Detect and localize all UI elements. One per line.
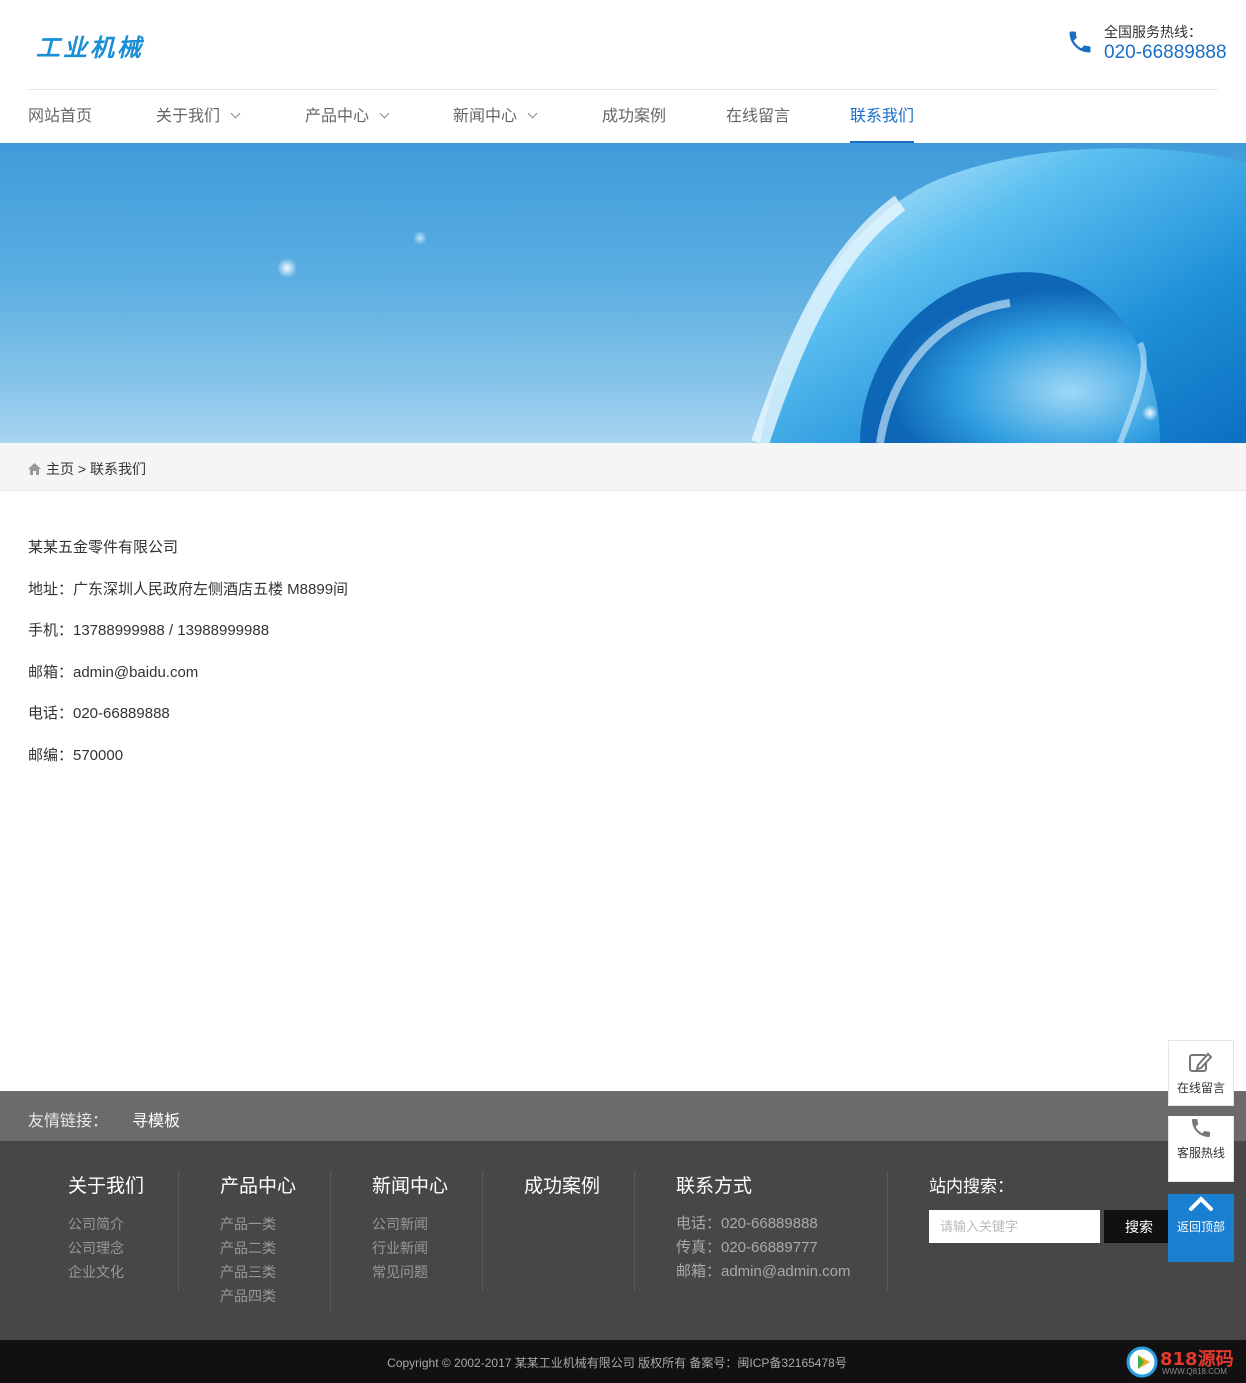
play-icon [1126,1346,1158,1378]
page-banner [0,143,1246,443]
contact-email: 邮箱：admin@baidu.com [28,663,199,681]
watermark-sub: WWW.Q818.COM [1162,1367,1227,1376]
nav-item-about[interactable]: 关于我们 [156,90,241,143]
nav-label: 联系我们 [850,108,915,125]
search-input[interactable] [929,1210,1100,1243]
footer-link[interactable]: 公司理念 [68,1236,144,1260]
nav-item-news[interactable]: 新闻中心 [453,90,538,143]
footer-link[interactable]: 产品三类 [220,1260,296,1284]
footer-col-title[interactable]: 产品中心 [220,1171,296,1198]
nav-label: 在线留言 [726,108,791,125]
footer-link[interactable]: 公司简介 [68,1212,144,1236]
friend-link[interactable]: 寻模板 [132,1107,180,1131]
breadcrumb-current: 联系我们 [89,461,146,477]
site-footer: 关于我们 公司简介 公司理念 企业文化 产品中心 产品一类 产品二类 产品三类 … [0,1141,1246,1340]
company-name: 某某五金零件有限公司 [28,539,179,556]
footer-col-contact: 联系方式 电话：020-66889888 传真：020-66889777 邮箱：… [676,1171,850,1284]
footer-link[interactable]: 公司新闻 [372,1212,448,1236]
footer-link[interactable]: 行业新闻 [372,1236,448,1260]
footer-col-products: 产品中心 产品一类 产品二类 产品三类 产品四类 [220,1171,296,1308]
side-message-button[interactable]: 在线留言 [1168,1040,1234,1106]
nav-item-message[interactable]: 在线留言 [726,90,790,143]
footer-divider [887,1171,888,1291]
site-header: 工业机械 全国服务热线： 020-66889888 [0,0,1246,90]
friend-links-bar: 友情链接： 寻模板 [0,1091,1246,1141]
watermark-logo: 818源码 WWW.Q818.COM [1126,1345,1241,1379]
friend-links-label: 友情链接： [28,1113,109,1130]
nav-label: 产品中心 [305,108,370,125]
chevron-down-icon [527,108,538,119]
breadcrumb: 主页 > 联系我们 [0,443,1246,491]
footer-divider [178,1171,179,1291]
nav-label: 网站首页 [28,108,93,125]
side-hotline-button[interactable]: 客服热线 [1168,1116,1234,1182]
breadcrumb-separator: > [77,461,87,477]
nav-label: 新闻中心 [453,108,518,125]
footer-col-about: 关于我们 公司简介 公司理念 企业文化 [68,1171,144,1284]
footer-col-title[interactable]: 成功案例 [524,1171,600,1198]
nav-item-home[interactable]: 网站首页 [28,90,92,143]
chevron-down-icon [379,108,390,119]
side-hotline-label: 客服热线 [1176,1146,1225,1160]
nav-item-contact[interactable]: 联系我们 [850,90,915,143]
contact-mobile: 手机：13788999988 / 13988999988 [28,622,270,640]
footer-col-title[interactable]: 新闻中心 [372,1171,448,1198]
footer-col-cases: 成功案例 [524,1171,600,1212]
footer-divider [634,1171,635,1291]
footer-contact-line: 电话：020-66889888 [676,1215,818,1232]
nav-item-cases[interactable]: 成功案例 [602,90,666,143]
footer-link[interactable]: 企业文化 [68,1260,144,1284]
contact-address: 地址：广东深圳人民政府左侧酒店五楼 M8899间 [28,580,349,598]
hotline-number: 020-66889888 [1104,42,1227,63]
copyright-text: Copyright © 2002-2017 某某工业机械有限公司 版权所有 备案… [387,1356,847,1370]
nav-item-products[interactable]: 产品中心 [305,90,390,143]
home-icon [28,463,41,475]
footer-divider [330,1171,331,1311]
footer-link[interactable]: 产品一类 [220,1212,296,1236]
search-label: 站内搜索： [929,1177,1014,1196]
site-logo[interactable]: 工业机械 [36,28,144,63]
contact-info: 某某五金零件有限公司 地址：广东深圳人民政府左侧酒店五楼 M8899间 手机：1… [28,537,348,787]
footer-col-title[interactable]: 关于我们 [68,1171,144,1198]
search-button[interactable]: 搜索 [1104,1210,1174,1243]
nav-label: 关于我们 [156,108,221,125]
footer-divider [482,1171,483,1291]
footer-col-news: 新闻中心 公司新闻 行业新闻 常见问题 [372,1171,448,1284]
back-to-top-button[interactable]: 返回顶部 [1168,1194,1234,1262]
side-message-label: 在线留言 [1176,1081,1225,1095]
phone-icon [1069,31,1091,53]
copyright-bar: Copyright © 2002-2017 某某工业机械有限公司 版权所有 备案… [0,1340,1246,1383]
contact-phone: 电话：020-66889888 [28,705,170,723]
footer-link[interactable]: 产品二类 [220,1236,296,1260]
footer-link[interactable]: 产品四类 [220,1284,296,1308]
chevron-up-icon [1189,1196,1213,1211]
phone-icon [1192,1119,1210,1137]
hotline-label: 全国服务热线： [1104,24,1202,40]
edit-icon [1189,1052,1213,1072]
footer-contact-line: 邮箱：admin@admin.com [676,1263,851,1280]
wave-illustration [277,148,1246,443]
back-to-top-label: 返回顶部 [1176,1220,1225,1234]
main-nav: 网站首页 关于我们 产品中心 新闻中心 成功案例 在线留言 联系我们 [28,90,1218,143]
footer-link[interactable]: 常见问题 [372,1260,448,1284]
footer-contact-line: 传真：020-66889777 [676,1239,818,1256]
breadcrumb-home-link[interactable]: 主页 [46,461,74,477]
contact-postcode: 邮编：570000 [28,746,124,764]
footer-col-title: 联系方式 [676,1176,753,1197]
chevron-down-icon [230,108,241,119]
side-widget: 在线留言 客服热线 返回顶部 [1168,1040,1234,1262]
nav-label: 成功案例 [602,108,667,125]
